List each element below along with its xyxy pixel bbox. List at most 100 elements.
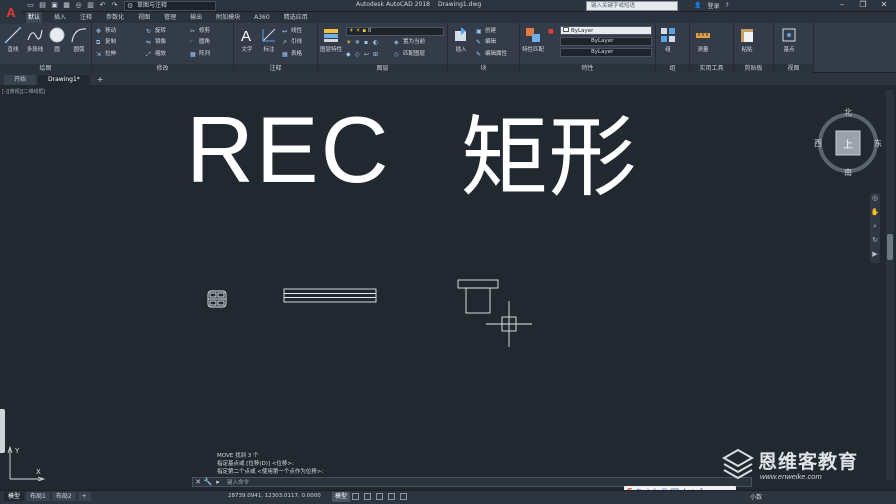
base-point-tool[interactable]: 基点 — [778, 26, 800, 53]
minimize-icon[interactable]: – — [832, 0, 852, 11]
sign-in-button[interactable]: 登录 — [707, 1, 719, 10]
tab-parametric[interactable]: 参数化 — [104, 12, 126, 23]
vertical-scrollbar[interactable] — [886, 90, 894, 480]
layer-properties-tool[interactable]: 图层特性 — [320, 26, 342, 53]
draw-panel-label[interactable]: 绘图 — [0, 64, 91, 73]
tab-insert[interactable]: 插入 — [52, 12, 68, 23]
color-select[interactable]: ByLayer — [560, 26, 652, 35]
match-properties-tool[interactable]: 特性匹配 — [522, 26, 544, 53]
annotation-panel-label[interactable]: 注释 — [234, 64, 317, 73]
tab-annotate[interactable]: 注释 — [78, 12, 94, 23]
polyline-tool[interactable]: 多段线 — [24, 26, 46, 53]
fillet-tool[interactable]: ◜ 圆角 — [190, 38, 210, 46]
new-tab-button[interactable]: + — [92, 75, 109, 85]
viewcube[interactable]: 上 北 南 东 西 — [810, 105, 886, 181]
osnap-toggle-icon[interactable] — [400, 493, 407, 500]
print-icon[interactable]: ▥ — [86, 1, 95, 10]
tab-featured-apps[interactable]: 精选应用 — [282, 12, 310, 23]
groups-panel-label[interactable]: 组 — [656, 64, 689, 73]
autocad-logo-icon[interactable]: A — [0, 0, 22, 24]
drawing-canvas[interactable]: [-][俯视][二维线框] REC 矩形 上 北 南 东 西 ◎ ✋ ⌕ ↻ ▶… — [0, 85, 896, 490]
scale-tool[interactable]: ⤢ 缩放 — [146, 50, 166, 58]
tab-manage[interactable]: 管理 — [162, 12, 178, 23]
tab-addins[interactable]: 附加模块 — [214, 12, 242, 23]
circle-tool[interactable]: 圆 — [46, 26, 68, 53]
palette-grip[interactable] — [0, 409, 5, 453]
tab-default[interactable]: 默认 — [26, 12, 43, 23]
layer-tools-row[interactable]: ☀ ❄ ▪ ◐ — [346, 38, 382, 46]
new-file-icon[interactable]: ▭ — [26, 1, 35, 10]
text-tool[interactable]: A 文字 — [236, 26, 258, 53]
block-panel-label[interactable]: 块 — [448, 64, 519, 73]
command-dropdown-icon[interactable]: ▸ — [213, 478, 223, 486]
undo-icon[interactable]: ↶ — [98, 1, 107, 10]
maximize-icon[interactable]: ❐ — [853, 0, 873, 11]
clipboard-panel-label[interactable]: 剪贴板 — [734, 64, 773, 73]
linear-dim-tool[interactable]: ↔ 线性 — [282, 27, 302, 35]
redo-icon[interactable]: ↷ — [110, 1, 119, 10]
zoom-icon[interactable]: ⌕ — [870, 221, 880, 231]
table-tool[interactable]: ▦ 表格 — [282, 50, 302, 58]
workspace-select[interactable]: 草图与注释 — [124, 1, 216, 11]
match-layer-tool[interactable]: ◇ 匹配图层 — [394, 50, 425, 58]
tab-output[interactable]: 输出 — [188, 12, 204, 23]
tab-view[interactable]: 视图 — [136, 12, 152, 23]
rotate-tool[interactable]: ↻ 旋转 — [146, 27, 166, 35]
snap-toggle-icon[interactable] — [364, 493, 371, 500]
close-command-line-icon[interactable]: ✕ — [193, 478, 203, 486]
leader-tool[interactable]: ↗ 引线 — [282, 38, 302, 46]
paste-tool[interactable]: 粘贴 — [736, 26, 758, 53]
model-space-button[interactable]: 模型 — [332, 492, 351, 502]
edit-block-tool[interactable]: ✎ 编辑 — [476, 38, 496, 46]
model-layout-tab[interactable]: 模型 — [4, 492, 25, 501]
mirror-tool[interactable]: ⇋ 镜像 — [146, 38, 166, 46]
arc-tool[interactable]: 圆弧 — [68, 26, 90, 53]
customize-icon[interactable]: 🔧 — [203, 478, 213, 486]
save-as-icon[interactable]: ▦ — [62, 1, 71, 10]
utilities-panel-label[interactable]: 实用工具 — [690, 64, 733, 73]
polar-toggle-icon[interactable] — [388, 493, 395, 500]
showmotion-icon[interactable]: ▶ — [870, 249, 880, 259]
dimension-tool[interactable]: 标注 — [258, 26, 280, 53]
set-current-layer-tool[interactable]: ◈ 置为当前 — [394, 38, 425, 46]
open-file-icon[interactable]: ▤ — [38, 1, 47, 10]
line-tool[interactable]: 直线 — [2, 26, 24, 53]
ortho-toggle-icon[interactable] — [376, 493, 383, 500]
insert-block-tool[interactable]: 插入 — [450, 26, 472, 53]
command-input[interactable]: 键入命令 — [227, 478, 249, 486]
properties-panel-label[interactable]: 特性 — [520, 64, 655, 73]
layer-tools-row-2[interactable]: ◆ ◇ ↩ ⊞ — [346, 50, 382, 58]
layer-select[interactable]: ☀ ☀ ▪ 0 — [346, 27, 444, 36]
lineweight-select[interactable]: ByLayer — [560, 48, 652, 57]
scrollbar-thumb[interactable] — [887, 234, 893, 260]
drawing1-tab[interactable]: Drawing1* — [38, 75, 90, 85]
move-tool[interactable]: ✥ 移动 — [96, 27, 116, 35]
array-tool[interactable]: ▦ 阵列 — [190, 50, 210, 58]
search-input[interactable]: 键入关键字或短语 — [586, 1, 678, 11]
help-icon[interactable]: ? — [726, 2, 729, 9]
t-shape-object[interactable] — [457, 279, 499, 314]
units-indicator[interactable]: 小数 — [750, 492, 762, 501]
long-rectangle-object[interactable] — [283, 288, 377, 303]
create-block-tool[interactable]: ▣ 创建 — [476, 27, 496, 35]
steering-wheel-icon[interactable]: ◎ — [870, 193, 880, 203]
web-icon[interactable]: ◎ — [74, 1, 83, 10]
trim-tool[interactable]: ✂ 修剪 — [190, 27, 210, 35]
save-icon[interactable]: ▣ — [50, 1, 59, 10]
measure-tool[interactable]: 测量 — [692, 26, 714, 53]
stretch-tool[interactable]: ⇲ 拉伸 — [96, 50, 116, 58]
copy-tool[interactable]: ⧉ 复制 — [96, 38, 116, 46]
small-block-object[interactable] — [207, 290, 227, 308]
start-tab[interactable]: 开始 — [4, 75, 37, 85]
view-panel-label[interactable]: 视图 — [774, 64, 813, 73]
orbit-icon[interactable]: ↻ — [870, 235, 880, 245]
grid-toggle-icon[interactable] — [352, 493, 359, 500]
pan-icon[interactable]: ✋ — [870, 207, 880, 217]
close-icon[interactable]: ✕ — [874, 0, 894, 11]
layout1-tab[interactable]: 布局1 — [26, 492, 50, 501]
linetype-select[interactable]: ByLayer — [560, 37, 652, 46]
add-layout-button[interactable]: + — [77, 492, 91, 501]
tab-a360[interactable]: A360 — [252, 12, 272, 23]
coordinate-readout[interactable]: 28739.0941, 12303.0117, 0.0000 — [228, 493, 321, 499]
layout2-tab[interactable]: 布局2 — [51, 492, 76, 501]
